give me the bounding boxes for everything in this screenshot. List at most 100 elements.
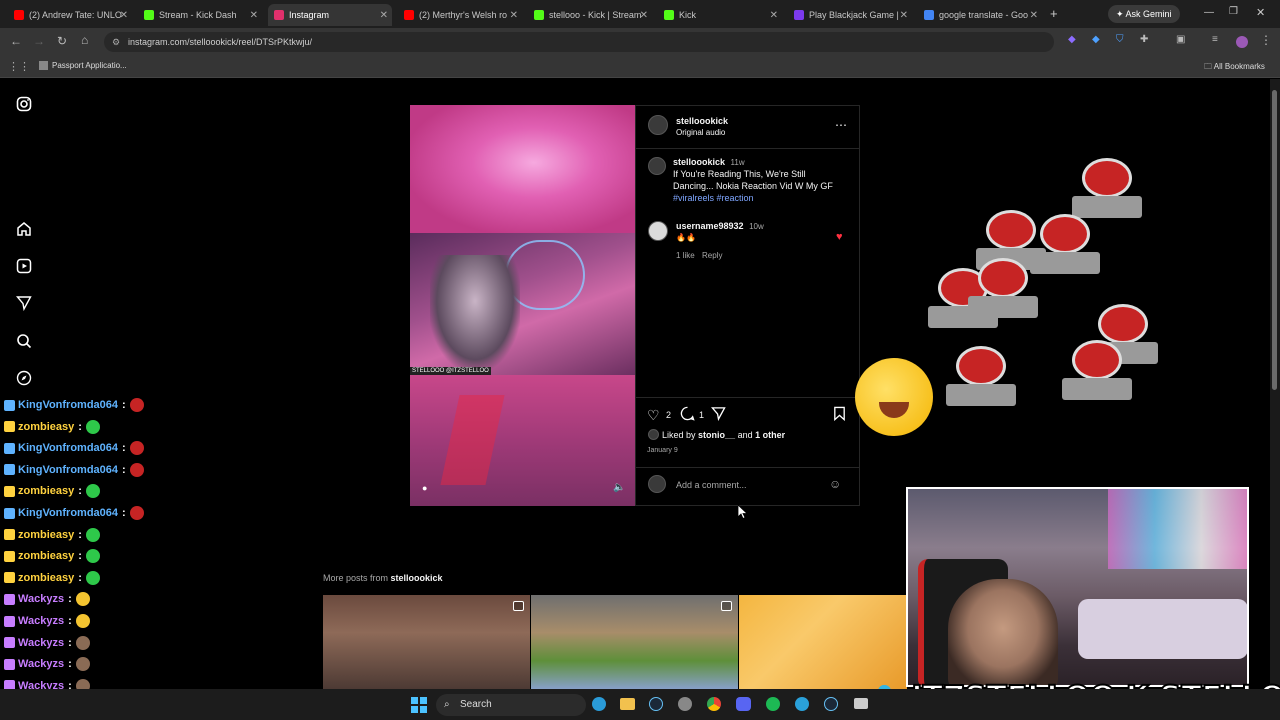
- chat-badge-icon: [4, 485, 15, 497]
- close-window-button[interactable]: ✕: [1256, 6, 1265, 19]
- liker-avatar[interactable]: [648, 429, 659, 440]
- sidebar-icon[interactable]: ▣: [1176, 34, 1185, 45]
- back-icon[interactable]: ←: [10, 34, 22, 48]
- bookmark-passport[interactable]: Passport Applicatio...: [39, 61, 127, 71]
- all-bookmarks[interactable]: 🗀 All Bookmarks: [1204, 61, 1265, 75]
- commenter-avatar[interactable]: [648, 221, 668, 241]
- caption-text: If You're Reading This, We're Still: [673, 169, 806, 179]
- close-tab-icon[interactable]: ✕: [120, 10, 128, 21]
- new-tab-button[interactable]: +: [1050, 6, 1058, 21]
- chat-username: Wackyzs: [18, 615, 65, 627]
- post-thumbnail[interactable]: [739, 595, 907, 689]
- user-tag-icon[interactable]: ●: [422, 483, 427, 493]
- reload-icon[interactable]: ↻: [57, 34, 67, 48]
- more-posts-username[interactable]: stelloookick: [391, 573, 443, 583]
- home-icon[interactable]: ⌂: [81, 33, 88, 47]
- more-options-icon[interactable]: ⋯: [835, 118, 847, 132]
- audio-label[interactable]: Original audio: [676, 128, 725, 137]
- taskbar-search[interactable]: ⌕ Search: [436, 694, 586, 716]
- mail-icon[interactable]: [854, 698, 868, 709]
- tab-favicon-icon: [144, 10, 154, 20]
- taskbar: ⌕ Search: [0, 689, 1280, 720]
- browser-tab[interactable]: (2) Merthyr's Welsh ro ✕: [398, 4, 522, 26]
- comment-username[interactable]: username98932: [676, 221, 744, 231]
- chat-emote-icon: [85, 484, 100, 499]
- browser-tab[interactable]: Instagram ✕: [268, 4, 392, 26]
- chat-username: Wackyzs: [18, 636, 65, 649]
- like-button[interactable]: ♡: [647, 407, 660, 424]
- explore-icon[interactable]: [16, 370, 32, 386]
- maximize-button[interactable]: ❐: [1229, 6, 1238, 17]
- tab-label: stellooo - Kick | Stream: [549, 10, 642, 20]
- close-tab-icon[interactable]: ✕: [380, 10, 388, 21]
- search-icon[interactable]: [16, 333, 32, 349]
- chat-message: zombieasy:: [4, 570, 100, 585]
- extension-icon[interactable]: ◆: [1068, 34, 1076, 45]
- liked-by: Liked by stonio__ and 1 other: [662, 430, 785, 440]
- emoji-picker-icon[interactable]: ☺: [829, 477, 841, 491]
- browser-tab[interactable]: stellooo - Kick | Stream ✕: [528, 4, 652, 26]
- liked-by-others-link[interactable]: 1 other: [755, 430, 785, 440]
- extension-icon[interactable]: ◆: [1092, 34, 1100, 45]
- liker-username[interactable]: stonio__: [698, 430, 735, 440]
- spotify-icon[interactable]: [766, 697, 780, 711]
- comment-icon[interactable]: [680, 406, 695, 423]
- downloads-icon[interactable]: ≡: [1212, 34, 1218, 45]
- heart-filled-icon[interactable]: ♥: [836, 231, 843, 243]
- chat-separator: :: [68, 593, 72, 606]
- close-tab-icon[interactable]: ✕: [250, 10, 258, 21]
- browser-tab[interactable]: (2) Andrew Tate: UNLO ✕: [8, 4, 132, 26]
- close-tab-icon[interactable]: ✕: [1030, 10, 1038, 21]
- profile-avatar[interactable]: [1236, 36, 1248, 48]
- home-icon[interactable]: [16, 221, 32, 237]
- reels-icon[interactable]: [16, 258, 32, 274]
- close-tab-icon[interactable]: ✕: [640, 10, 648, 21]
- edge-icon[interactable]: [592, 697, 606, 711]
- steam-icon[interactable]: [824, 697, 838, 711]
- browser-tab[interactable]: Play Blackjack Game | ✕: [788, 4, 912, 26]
- apps-icon[interactable]: ⋮⋮: [8, 60, 30, 73]
- address-input[interactable]: ⚙ instagram.com/stelloookick/reel/DTSrPK…: [104, 32, 1054, 52]
- file-explorer-icon[interactable]: [620, 698, 635, 710]
- scrollbar-thumb[interactable]: [1272, 90, 1277, 390]
- volume-icon[interactable]: 🔈: [613, 482, 625, 493]
- browser-tab[interactable]: Stream - Kick Dash ✕: [138, 4, 262, 26]
- add-comment-input[interactable]: Add a comment...: [676, 480, 816, 490]
- minimize-button[interactable]: —: [1204, 7, 1214, 18]
- close-tab-icon[interactable]: ✕: [770, 10, 778, 21]
- shield-icon[interactable]: ⛉: [1116, 34, 1124, 45]
- post-thumbnail[interactable]: [531, 595, 738, 689]
- close-tab-icon[interactable]: ✕: [900, 10, 908, 21]
- browser-tab[interactable]: google translate - Goo ✕: [918, 4, 1042, 26]
- instagram-logo-icon[interactable]: [16, 96, 32, 112]
- caption-username[interactable]: stelloookick: [673, 157, 725, 167]
- header-username[interactable]: stelloookick: [676, 116, 728, 126]
- avatar[interactable]: [648, 157, 666, 175]
- hashtags-link[interactable]: #viralreels #reaction: [673, 193, 754, 203]
- comment-likes[interactable]: 1 like: [676, 251, 695, 260]
- caption-text: Dancing... Nokia Reaction Vid W My GF: [673, 181, 833, 191]
- messages-icon[interactable]: [15, 295, 32, 312]
- chat-message: KingVonfromda064:: [4, 506, 144, 520]
- site-info-icon[interactable]: ⚙: [112, 32, 120, 52]
- telegram-icon[interactable]: [795, 697, 809, 711]
- caption-time: 11w: [730, 158, 745, 167]
- forward-icon[interactable]: →: [33, 34, 45, 48]
- save-icon[interactable]: [833, 406, 846, 423]
- reel-video[interactable]: STELLOOO @ITZSTELLOO ● 🔈: [410, 105, 635, 506]
- discord-icon[interactable]: [736, 697, 751, 711]
- chrome-icon[interactable]: [707, 697, 721, 711]
- reply-button[interactable]: Reply: [702, 251, 722, 260]
- app-icon[interactable]: [678, 697, 692, 711]
- avatar[interactable]: [648, 115, 668, 135]
- windows-start-icon[interactable]: [411, 697, 427, 713]
- puzzle-icon[interactable]: ✚: [1140, 34, 1148, 45]
- browser-tab[interactable]: Kick ✕: [658, 4, 782, 26]
- close-tab-icon[interactable]: ✕: [510, 10, 518, 21]
- ask-gemini-button[interactable]: ✦ Ask Gemini: [1108, 5, 1180, 23]
- chat-separator: :: [68, 658, 72, 671]
- steam-icon[interactable]: [649, 697, 663, 711]
- post-thumbnail[interactable]: [323, 595, 530, 689]
- menu-icon[interactable]: ⋮: [1260, 33, 1272, 47]
- share-icon[interactable]: [710, 406, 726, 423]
